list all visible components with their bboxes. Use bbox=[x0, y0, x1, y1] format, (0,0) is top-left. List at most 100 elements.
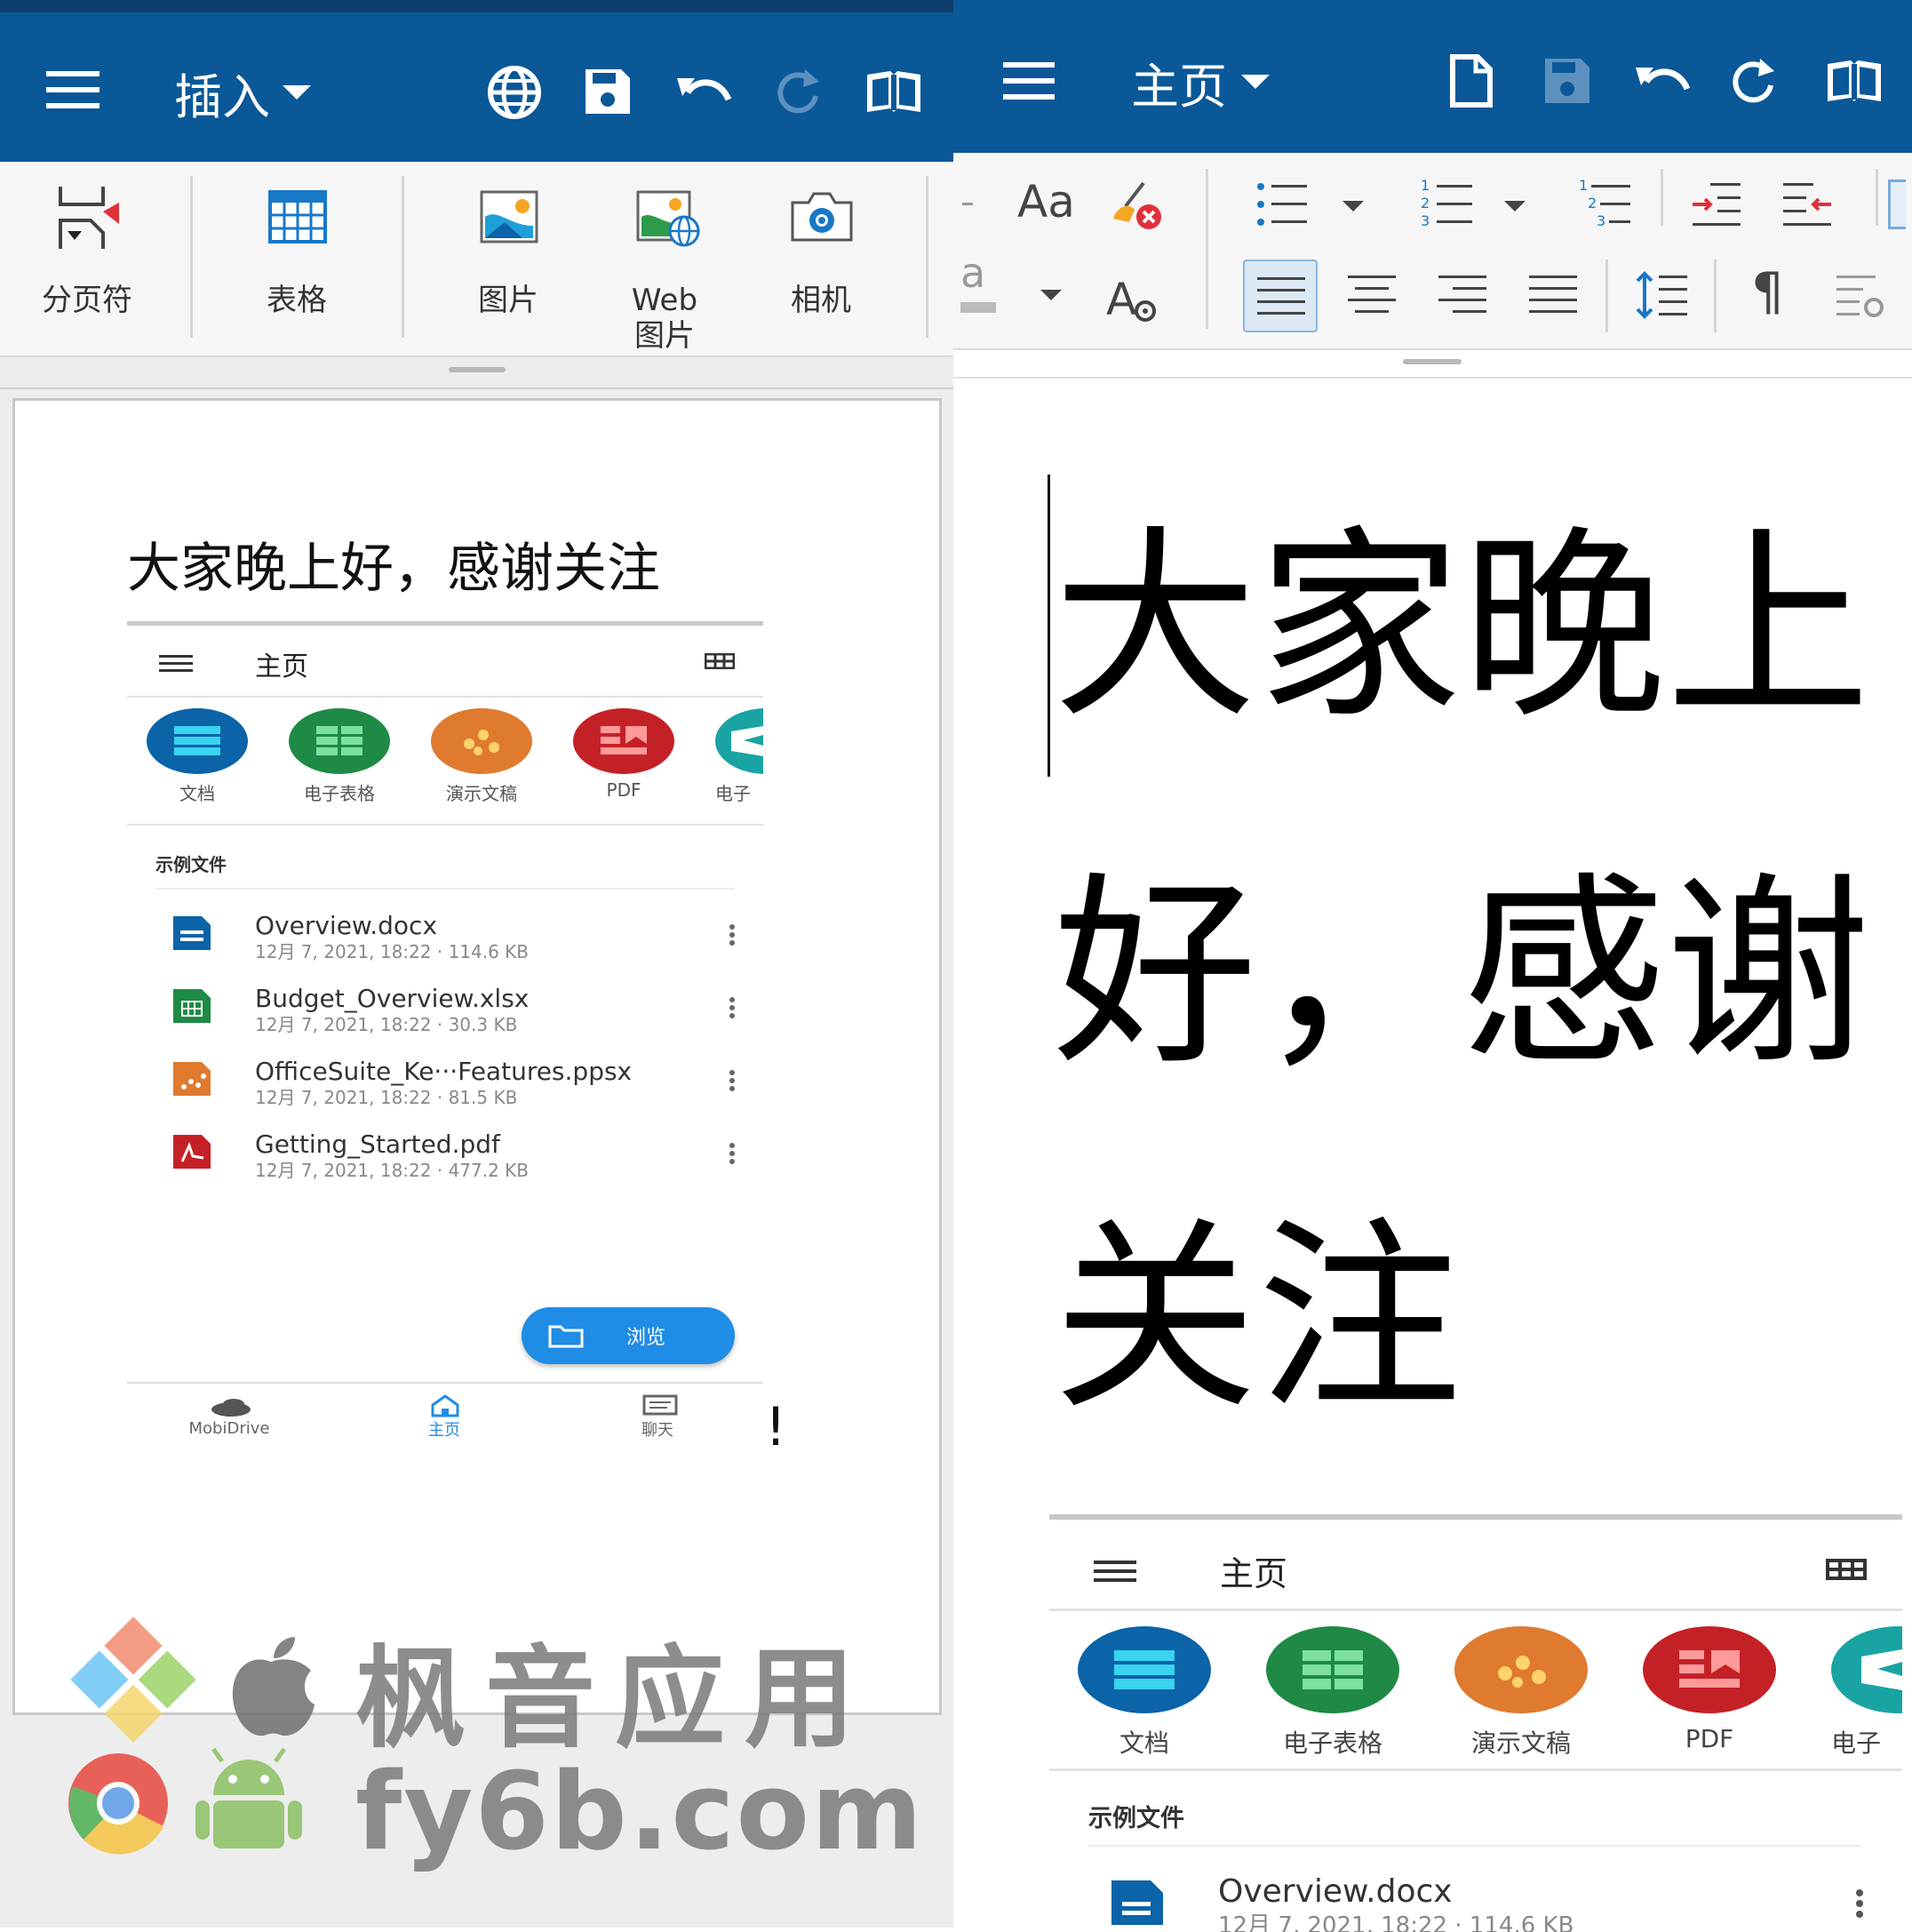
file-meta: 12月 7, 2021, 18:22 · 114.6 KB bbox=[1218, 1912, 1574, 1932]
line-spacing-icon[interactable] bbox=[1634, 270, 1689, 320]
multilevel-list-icon[interactable]: 1 2 3 bbox=[1577, 176, 1634, 231]
paragraph-settings-icon[interactable] bbox=[1836, 272, 1886, 322]
bullet-list-dropdown-icon[interactable] bbox=[1342, 201, 1364, 212]
file-row[interactable]: Getting_Started.pdf 12月 7, 2021, 18:22 ·… bbox=[127, 1130, 763, 1192]
undo-icon[interactable] bbox=[675, 69, 734, 114]
document-page[interactable]: 大家晚上好，感谢关注 主页 文档 电子表格 演示文稿 PDF 电子 示例文件 O… bbox=[12, 398, 942, 1715]
more-options-icon[interactable] bbox=[729, 922, 735, 948]
mode-label: 主页 bbox=[1131, 58, 1227, 115]
numbered-list-icon[interactable]: 1 2 3 bbox=[1419, 176, 1476, 231]
category-pdf[interactable]: PDF bbox=[573, 708, 676, 815]
category-docs[interactable] bbox=[1078, 1626, 1211, 1713]
font-settings-icon[interactable]: A bbox=[1106, 272, 1161, 325]
chevron-down-icon bbox=[1241, 75, 1270, 89]
category-sheets[interactable] bbox=[1266, 1626, 1399, 1713]
category-label: 演示文稿 bbox=[1470, 1728, 1571, 1758]
ribbon-drag-handle[interactable] bbox=[1403, 359, 1462, 364]
document-body[interactable]: 大家晚上 好，感谢 关注 主页 文档 电子表格 演示文稿 PDF 电子 示例文件… bbox=[953, 379, 1912, 1932]
redo-icon[interactable] bbox=[777, 64, 825, 117]
redo-icon[interactable] bbox=[1732, 53, 1780, 107]
mode-dropdown[interactable]: 插入 bbox=[174, 57, 311, 128]
nav-mobidrive[interactable]: MobiDrive bbox=[163, 1387, 296, 1439]
ppsx-icon bbox=[173, 1062, 211, 1096]
bullet-list-icon[interactable] bbox=[1255, 180, 1309, 229]
justify-icon[interactable] bbox=[1529, 274, 1577, 316]
docx-icon bbox=[173, 916, 211, 950]
file-name: Overview.docx bbox=[1218, 1873, 1453, 1910]
font-color-icon[interactable]: a bbox=[960, 252, 1005, 315]
font-color-sample: a bbox=[960, 249, 986, 297]
camera-button[interactable]: 相机 bbox=[752, 185, 890, 318]
table-button[interactable]: 表格 bbox=[227, 185, 366, 318]
align-right-icon[interactable] bbox=[1438, 274, 1486, 316]
book-icon[interactable] bbox=[1824, 57, 1884, 105]
save-icon[interactable] bbox=[1542, 55, 1593, 107]
decrease-indent-icon[interactable] bbox=[1781, 181, 1833, 228]
category-slides[interactable] bbox=[1454, 1626, 1588, 1713]
increase-indent-icon[interactable] bbox=[1691, 181, 1742, 228]
more-options-icon[interactable] bbox=[1856, 1889, 1863, 1918]
category-ebook[interactable] bbox=[1831, 1626, 1902, 1713]
file-row[interactable]: Overview.docx 12月 7, 2021, 18:22 · 114.6… bbox=[1049, 1861, 1902, 1932]
file-row[interactable]: Overview.docx 12月 7, 2021, 18:22 · 114.6… bbox=[127, 911, 763, 973]
globe-icon[interactable] bbox=[487, 65, 542, 120]
svg-text:3: 3 bbox=[1597, 212, 1605, 229]
category-sheets[interactable]: 电子表格 bbox=[289, 708, 392, 815]
ribbon-drag-handle[interactable] bbox=[449, 367, 506, 372]
file-name: Getting_Started.pdf bbox=[255, 1130, 500, 1159]
category-label: 演示文稿 bbox=[446, 783, 517, 804]
android-logo-icon bbox=[195, 1747, 302, 1848]
more-options-icon[interactable] bbox=[729, 1067, 735, 1094]
clear-format-icon[interactable] bbox=[1108, 180, 1167, 233]
file-row[interactable]: OfficeSuite_Ke···Features.ppsx 12月 7, 20… bbox=[127, 1057, 763, 1119]
cloud-icon bbox=[211, 1399, 251, 1417]
web-picture-button[interactable]: Web 图片 bbox=[595, 185, 734, 354]
category-label: 电子 bbox=[715, 783, 751, 804]
category-label: 文档 bbox=[179, 783, 215, 804]
svg-text:A: A bbox=[1106, 274, 1136, 325]
nav-chat[interactable]: 聊天 bbox=[591, 1387, 724, 1440]
page-break-icon bbox=[59, 187, 119, 249]
font-size-icon[interactable]: Aa bbox=[1017, 176, 1075, 228]
browse-button[interactable]: 浏览 bbox=[522, 1307, 735, 1364]
document-heading: 大家晚上好，感谢关注 bbox=[127, 538, 660, 600]
embedded-title: 主页 bbox=[1220, 1554, 1288, 1593]
hamburger-icon[interactable] bbox=[1003, 62, 1055, 100]
picture-button[interactable]: 图片 bbox=[439, 185, 578, 318]
numbered-list-dropdown-icon[interactable] bbox=[1504, 201, 1526, 212]
ribbon-bottom-divider bbox=[0, 355, 953, 357]
docs-icon bbox=[174, 726, 220, 755]
mode-dropdown[interactable]: 主页 bbox=[1131, 46, 1270, 117]
insert-ribbon: 分页符 表格 图片 Web 图片 相机 bbox=[0, 162, 953, 355]
category-ebook[interactable]: 电子 bbox=[715, 708, 763, 815]
font-color-dropdown-icon[interactable] bbox=[1040, 290, 1062, 300]
stray-mark: ! bbox=[765, 1396, 787, 1458]
web-picture-label-line2: 图片 bbox=[634, 318, 695, 354]
pilcrow-icon[interactable]: ¶ bbox=[1751, 261, 1784, 322]
left-toolbar: 插入 bbox=[0, 0, 953, 162]
more-options-icon[interactable] bbox=[729, 1140, 735, 1167]
section-title: 示例文件 bbox=[1088, 1805, 1184, 1832]
watermark-chinese: 枫音应用 bbox=[355, 1635, 875, 1763]
pdf-category-icon bbox=[1679, 1650, 1740, 1688]
file-row[interactable]: Budget_Overview.xlsx 12月 7, 2021, 18:22 … bbox=[127, 984, 763, 1046]
more-options-icon[interactable] bbox=[729, 994, 735, 1021]
docs-icon bbox=[1114, 1650, 1175, 1689]
hamburger-icon[interactable] bbox=[46, 71, 100, 110]
category-docs[interactable]: 文档 bbox=[147, 708, 250, 815]
pdf-category-icon bbox=[601, 726, 647, 754]
align-center-icon[interactable] bbox=[1348, 274, 1396, 316]
new-document-icon[interactable] bbox=[1449, 53, 1494, 108]
ebook-icon bbox=[1861, 1649, 1902, 1690]
align-left-button[interactable] bbox=[1243, 259, 1318, 332]
page-break-button[interactable]: 分页符 bbox=[18, 185, 156, 318]
embedded-screenshot: 主页 文档 电子表格 演示文稿 PDF 电子 示例文件 Overview.doc… bbox=[127, 621, 763, 1440]
category-pdf[interactable] bbox=[1643, 1626, 1776, 1713]
table-label: 表格 bbox=[267, 283, 327, 318]
book-icon[interactable] bbox=[864, 68, 924, 116]
nav-home[interactable]: 主页 bbox=[378, 1387, 511, 1440]
chat-icon bbox=[642, 1394, 678, 1416]
category-slides[interactable]: 演示文稿 bbox=[431, 708, 534, 815]
save-icon[interactable] bbox=[582, 66, 633, 117]
undo-icon[interactable] bbox=[1634, 59, 1693, 103]
